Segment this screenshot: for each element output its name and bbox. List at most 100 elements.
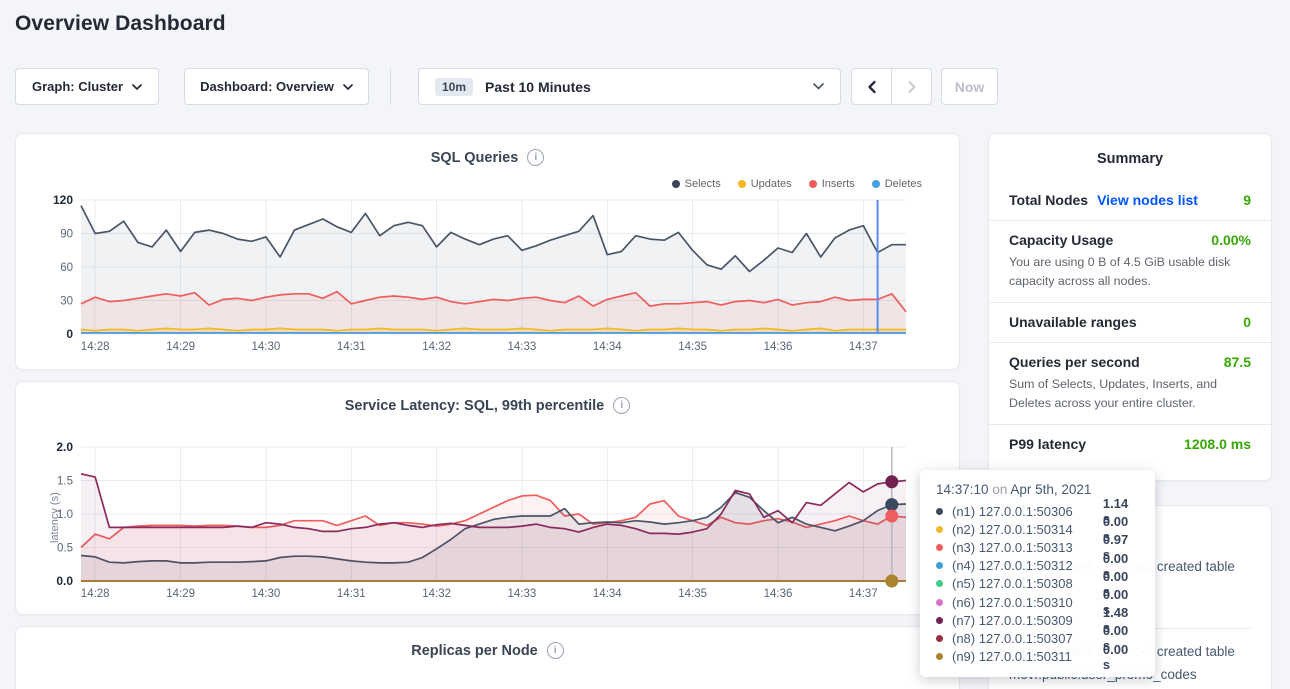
sql-queries-title: SQL Queries i <box>16 149 959 166</box>
svg-text:14:37: 14:37 <box>849 341 878 353</box>
svg-text:0.5: 0.5 <box>57 543 73 555</box>
series-color-dot <box>872 180 880 188</box>
svg-text:90: 90 <box>60 229 73 241</box>
time-now-button[interactable]: Now <box>941 68 998 105</box>
tooltip-rows: (n1) 127.0.0.1:503061.14 s(n2) 127.0.0.1… <box>936 502 1139 666</box>
summary-value: 0.00% <box>1211 232 1251 248</box>
tooltip-timestamp: 14:37:10 on Apr 5th, 2021 <box>936 482 1139 497</box>
svg-text:2.0: 2.0 <box>56 440 73 454</box>
svg-text:14:31: 14:31 <box>337 588 366 600</box>
summary-row-total-nodes: Total Nodes View nodes list 9 <box>989 181 1271 220</box>
toolbar-divider <box>390 68 391 105</box>
view-nodes-list-link[interactable]: View nodes list <box>1097 192 1198 208</box>
series-color-dot <box>738 180 746 188</box>
dashboard-dropdown-label: Dashboard: Overview <box>200 79 334 94</box>
svg-text:14:35: 14:35 <box>678 341 707 353</box>
tooltip-node-name: (n4) 127.0.0.1:50312 <box>952 558 1103 573</box>
series-color-dot <box>672 180 680 188</box>
node-color-dot <box>936 617 943 624</box>
tooltip-node-name: (n6) 127.0.0.1:50310 <box>952 595 1103 610</box>
node-color-dot <box>936 544 943 551</box>
replicas-per-node-title: Replicas per Node i <box>16 642 959 659</box>
svg-text:14:30: 14:30 <box>252 341 281 353</box>
summary-row-qps: Queries per second 87.5 Sum of Selects, … <box>989 342 1271 424</box>
chevron-down-icon <box>132 84 142 90</box>
svg-text:60: 60 <box>60 262 73 274</box>
svg-text:120: 120 <box>53 193 73 207</box>
summary-row-capacity: Capacity Usage 0.00% You are using 0 B o… <box>989 220 1271 302</box>
time-range-picker[interactable]: 10m Past 10 Minutes <box>418 68 841 105</box>
summary-label: Total Nodes <box>1009 192 1088 208</box>
chevron-down-icon <box>343 84 353 90</box>
chevron-left-icon <box>866 80 878 94</box>
series-color-dot <box>809 180 817 188</box>
svg-text:1.5: 1.5 <box>57 476 73 488</box>
chart-hover-tooltip: 14:37:10 on Apr 5th, 2021 (n1) 127.0.0.1… <box>920 470 1155 677</box>
node-color-dot <box>936 562 943 569</box>
info-icon[interactable]: i <box>547 642 564 659</box>
tooltip-node-name: (n3) 127.0.0.1:50313 <box>952 540 1103 555</box>
page-title: Overview Dashboard <box>15 12 226 36</box>
node-color-dot <box>936 580 943 587</box>
summary-description: Sum of Selects, Updates, Inserts, and De… <box>1009 375 1251 412</box>
tooltip-node-name: (n2) 127.0.0.1:50314 <box>952 522 1103 537</box>
svg-text:14:30: 14:30 <box>252 588 281 600</box>
node-color-dot <box>936 635 943 642</box>
summary-value: 0 <box>1243 314 1251 330</box>
summary-label: Unavailable ranges <box>1009 314 1137 330</box>
svg-text:14:33: 14:33 <box>508 341 537 353</box>
chevron-right-icon <box>906 80 918 94</box>
tooltip-node-name: (n5) 127.0.0.1:50308 <box>952 576 1103 591</box>
summary-value: 1208.0 ms <box>1184 436 1251 452</box>
svg-text:14:37: 14:37 <box>849 588 878 600</box>
info-icon[interactable]: i <box>613 397 630 414</box>
time-nav-group <box>851 68 932 105</box>
summary-label: Queries per second <box>1009 354 1140 370</box>
time-next-button[interactable] <box>891 68 932 105</box>
tooltip-node-value: 0.00 s <box>1103 642 1139 672</box>
service-latency-chart[interactable]: 0.00.51.01.52.014:2814:2914:3014:3114:32… <box>16 437 960 615</box>
node-color-dot <box>936 526 943 533</box>
svg-text:0.0: 0.0 <box>56 574 73 588</box>
time-range-label: Past 10 Minutes <box>485 79 591 95</box>
svg-text:14:36: 14:36 <box>764 341 793 353</box>
svg-text:14:33: 14:33 <box>508 588 537 600</box>
tooltip-node-name: (n9) 127.0.0.1:50311 <box>952 649 1103 664</box>
svg-text:0: 0 <box>66 327 73 341</box>
svg-text:30: 30 <box>60 296 73 308</box>
service-latency-title: Service Latency: SQL, 99th percentile i <box>16 397 959 414</box>
chevron-down-icon <box>813 83 824 90</box>
summary-panel: Summary Total Nodes View nodes list 9 Ca… <box>988 133 1272 481</box>
sql-queries-chart[interactable]: 030609012014:2814:2914:3014:3114:3214:33… <box>16 189 960 365</box>
time-prev-button[interactable] <box>851 68 892 105</box>
svg-text:14:32: 14:32 <box>422 341 451 353</box>
time-range-badge: 10m <box>435 78 473 96</box>
svg-text:14:36: 14:36 <box>764 588 793 600</box>
graph-dropdown-label: Graph: Cluster <box>32 79 123 94</box>
graph-dropdown[interactable]: Graph: Cluster <box>15 68 159 105</box>
replicas-per-node-card: Replicas per Node i <box>15 626 960 689</box>
svg-text:14:35: 14:35 <box>678 588 707 600</box>
info-icon[interactable]: i <box>527 149 544 166</box>
summary-label: P99 latency <box>1009 436 1086 452</box>
tooltip-node-name: (n1) 127.0.0.1:50306 <box>952 504 1103 519</box>
summary-row-p99: P99 latency 1208.0 ms <box>989 424 1271 464</box>
summary-description: You are using 0 B of 4.5 GiB usable disk… <box>1009 253 1251 290</box>
svg-text:14:28: 14:28 <box>81 588 110 600</box>
summary-value: 9 <box>1243 192 1251 208</box>
summary-value: 87.5 <box>1224 354 1251 370</box>
svg-text:14:34: 14:34 <box>593 341 622 353</box>
svg-text:14:34: 14:34 <box>593 588 622 600</box>
svg-text:14:29: 14:29 <box>166 341 195 353</box>
svg-text:14:28: 14:28 <box>81 341 110 353</box>
summary-label: Capacity Usage <box>1009 232 1113 248</box>
svg-text:1.0: 1.0 <box>57 509 73 521</box>
dashboard-dropdown[interactable]: Dashboard: Overview <box>184 68 369 105</box>
node-color-dot <box>936 508 943 515</box>
summary-row-unavailable-ranges: Unavailable ranges 0 <box>989 302 1271 342</box>
sql-queries-card: SQL Queries i SelectsUpdatesInsertsDelet… <box>15 133 960 370</box>
node-color-dot <box>936 653 943 660</box>
overview-dashboard-page: Overview Dashboard Graph: Cluster Dashbo… <box>0 0 1290 689</box>
svg-text:14:29: 14:29 <box>166 588 195 600</box>
tooltip-node-name: (n8) 127.0.0.1:50307 <box>952 631 1103 646</box>
